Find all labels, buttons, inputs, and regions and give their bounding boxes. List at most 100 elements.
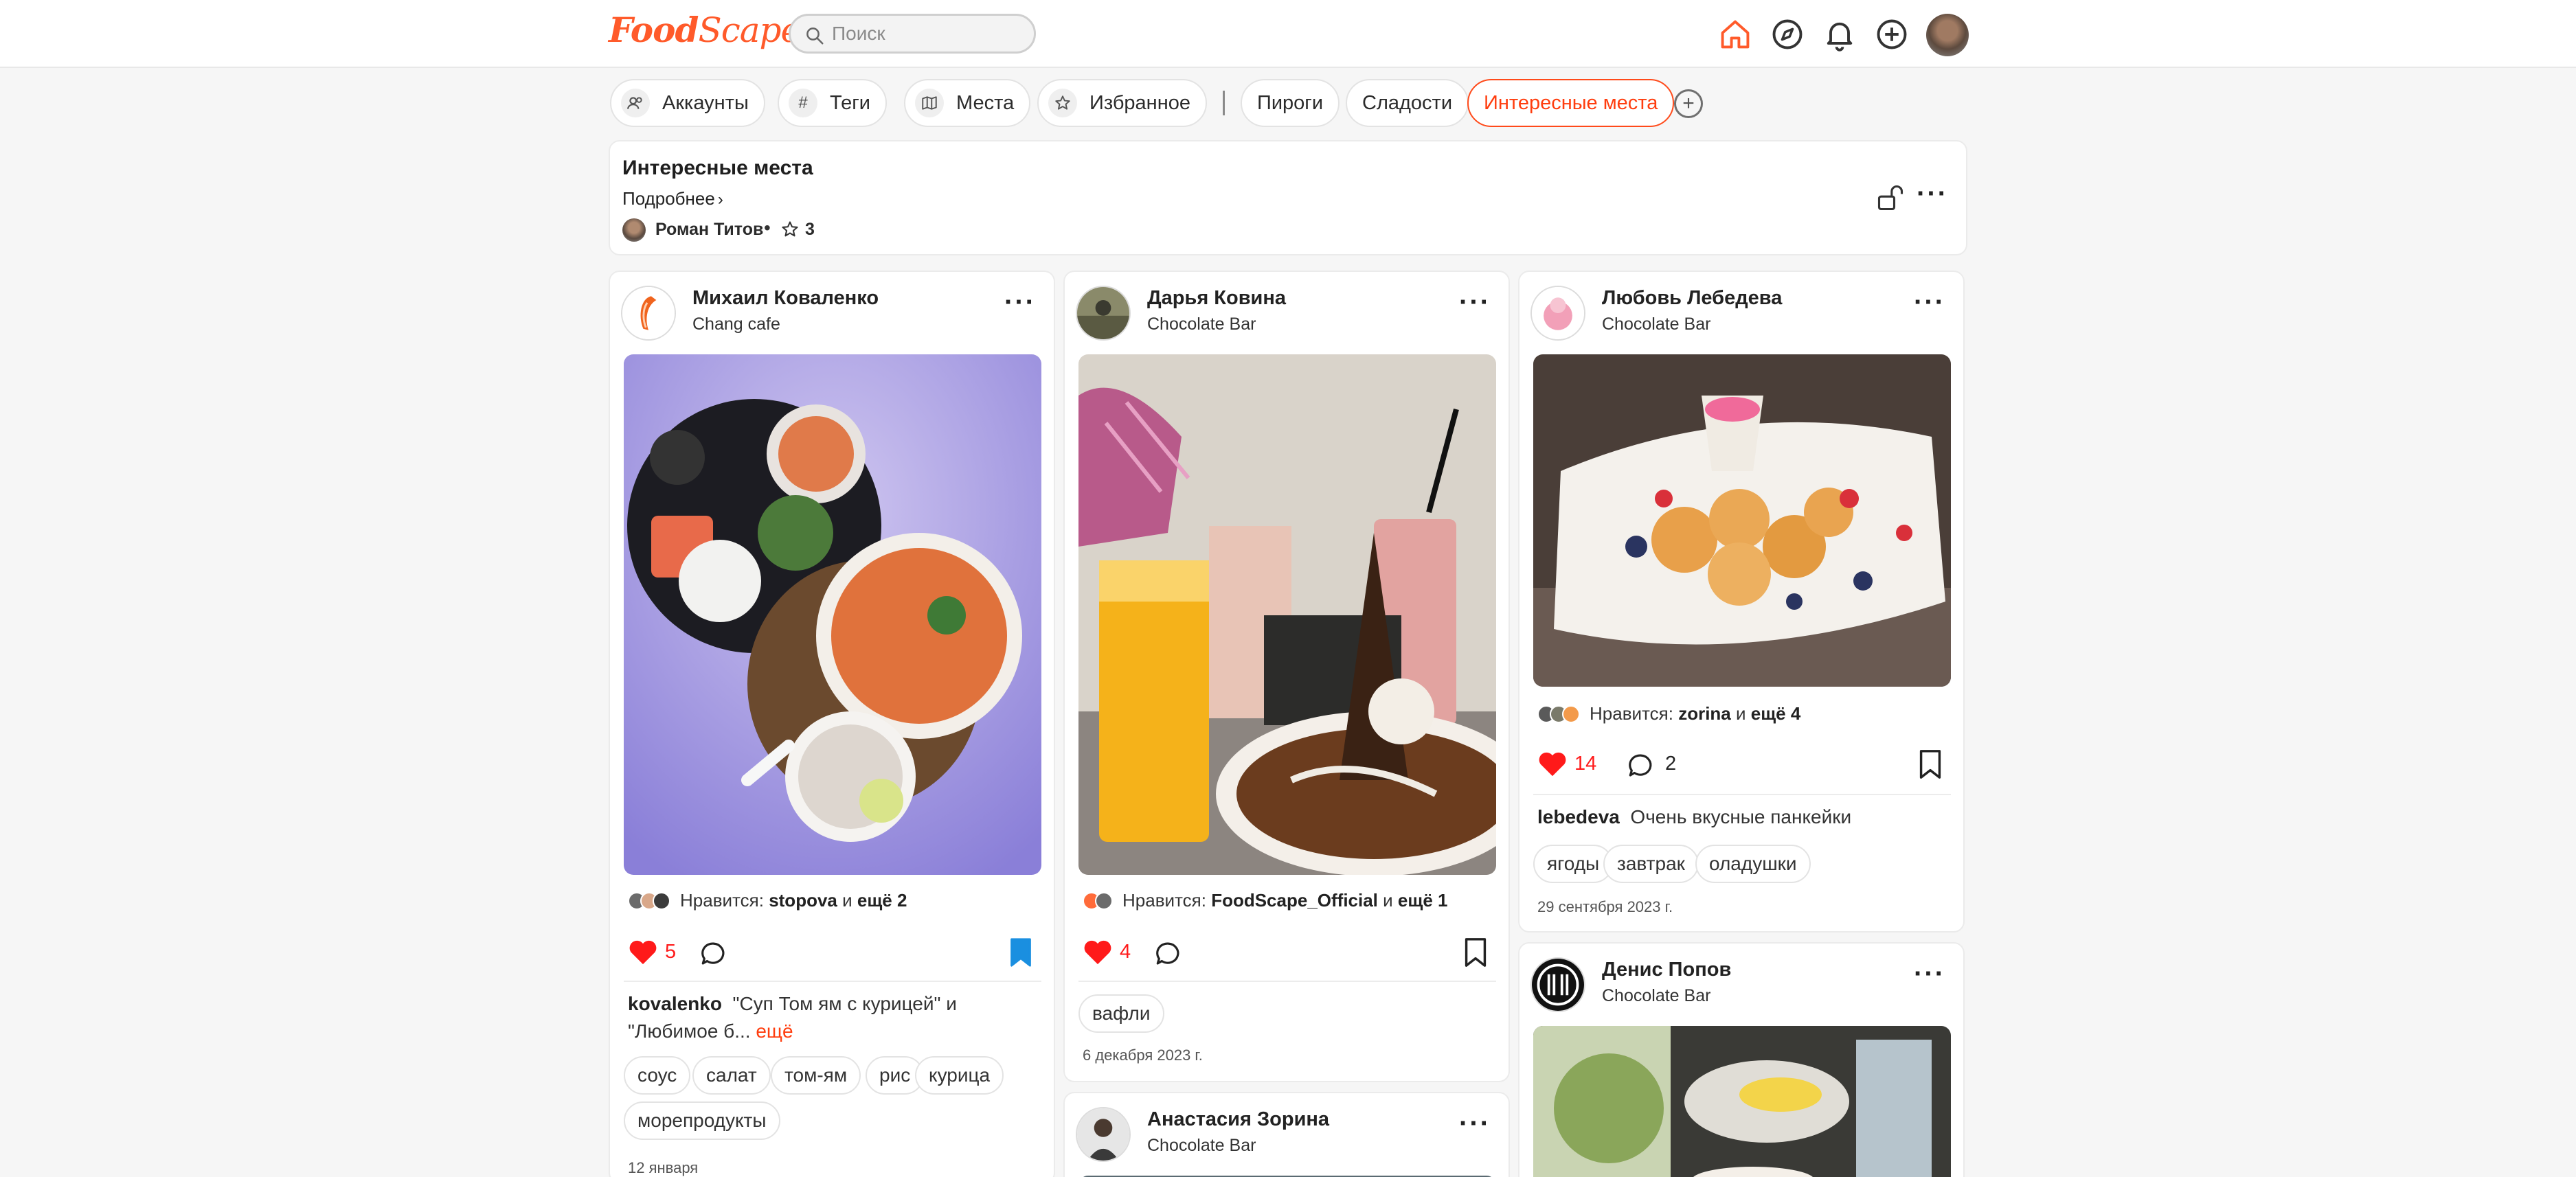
more-options-icon[interactable]: ···: [1914, 960, 1945, 987]
search-icon: [806, 27, 824, 45]
more-options-icon[interactable]: ···: [1917, 180, 1948, 207]
tab-label: Пироги: [1257, 91, 1324, 114]
divider: [1078, 981, 1496, 982]
caption-username[interactable]: kovalenko: [628, 993, 722, 1014]
tab-places[interactable]: Места: [904, 79, 1031, 127]
like-count: 14: [1574, 753, 1597, 775]
foodscape-logo[interactable]: FoodScape: [609, 10, 801, 50]
tab-tags[interactable]: # Теги: [778, 79, 887, 127]
bookmark-icon[interactable]: [1917, 749, 1944, 780]
likers-row[interactable]: Нравится: zorina и ещё 4: [1537, 703, 1800, 724]
more-options-icon[interactable]: ···: [1914, 288, 1945, 316]
collection-author[interactable]: Роман Титов: [655, 220, 763, 240]
heart-icon[interactable]: [1083, 938, 1113, 965]
post-place[interactable]: Chocolate Bar: [1602, 986, 1710, 1006]
liker-avatar: [653, 891, 670, 910]
profile-avatar[interactable]: [1926, 14, 1969, 56]
like-count: 4: [1120, 941, 1131, 963]
divider: [1533, 794, 1951, 795]
post-date: 6 декабря 2023 г.: [1083, 1047, 1203, 1064]
logo-scape-text: Scape: [698, 10, 801, 50]
liker-avatar: [1095, 891, 1113, 910]
heart-icon[interactable]: [628, 938, 658, 965]
post-author[interactable]: Анастасия Зорина: [1147, 1108, 1329, 1131]
tab-label: Сладости: [1362, 91, 1453, 114]
bookmark-icon[interactable]: [1007, 937, 1035, 968]
post-place[interactable]: Chocolate Bar: [1147, 315, 1256, 334]
post-place[interactable]: Chang cafe: [692, 315, 780, 334]
post-author[interactable]: Любовь Лебедева: [1602, 287, 1782, 310]
explore-button[interactable]: [1767, 14, 1808, 55]
post-photo[interactable]: [1533, 354, 1951, 687]
author-avatar[interactable]: [1076, 1107, 1131, 1162]
likers-row[interactable]: Нравится: FoodScape_Official и ещё 1: [1083, 890, 1447, 911]
tab-favorites[interactable]: Избранное: [1037, 79, 1207, 127]
author-avatar[interactable]: [1530, 286, 1585, 341]
caption-username[interactable]: lebedeva: [1537, 806, 1620, 827]
tag-chip[interactable]: том-ям: [771, 1056, 861, 1095]
tag-chip[interactable]: оладушки: [1695, 845, 1811, 883]
post-photo[interactable]: [1533, 1026, 1951, 1177]
post-photo[interactable]: [624, 354, 1041, 875]
unlock-icon[interactable]: [1875, 183, 1906, 213]
notifications-button[interactable]: [1819, 14, 1860, 55]
star-count: 3: [805, 220, 815, 239]
post-author[interactable]: Михаил Коваленко: [692, 287, 879, 310]
author-avatar[interactable]: [622, 218, 646, 242]
author-avatar[interactable]: [1530, 957, 1585, 1012]
search-box[interactable]: [789, 14, 1036, 54]
logo-food-text: Food: [609, 10, 699, 50]
tag-chip[interactable]: ягоды: [1533, 845, 1614, 883]
bookmark-icon[interactable]: [1462, 937, 1489, 968]
post-card: Любовь Лебедева Chocolate Bar ··· Нравит…: [1518, 271, 1965, 933]
tag-chip[interactable]: вафли: [1078, 994, 1164, 1033]
plus-circle-icon: [1877, 19, 1907, 49]
post-place[interactable]: Chocolate Bar: [1602, 315, 1710, 334]
chevron-right-icon: ›: [717, 190, 723, 209]
author-avatar[interactable]: [1076, 286, 1131, 341]
tab-label: Места: [956, 91, 1015, 114]
post-card: Михаил Коваленко Chang cafe ··· Нравится…: [609, 271, 1055, 1177]
collection-title: Интересные места: [622, 157, 813, 179]
author-avatar[interactable]: [621, 286, 676, 341]
post-photo[interactable]: [1078, 354, 1496, 875]
home-button[interactable]: [1715, 14, 1756, 55]
tab-accounts[interactable]: Аккаунты: [610, 79, 765, 127]
tag-chip[interactable]: салат: [692, 1056, 771, 1095]
tab-label: Избранное: [1089, 91, 1190, 114]
post-author[interactable]: Дарья Ковина: [1147, 287, 1286, 310]
add-tab-button[interactable]: +: [1674, 89, 1703, 118]
star-icon: [782, 221, 798, 237]
tag-chip[interactable]: курица: [915, 1056, 1004, 1095]
caption-more-link[interactable]: ещё: [756, 1020, 793, 1042]
compass-icon: [1772, 19, 1803, 49]
separator-dot: •: [764, 217, 771, 238]
likers-row[interactable]: Нравится: stopova и ещё 2: [628, 890, 907, 911]
post-card: Дарья Ковина Chocolate Bar ··· Нравится:…: [1063, 271, 1510, 1082]
tag-chip[interactable]: соус: [624, 1056, 691, 1095]
tab-interesting-places[interactable]: Интересные места: [1467, 79, 1675, 127]
tab-divider: [1223, 91, 1225, 115]
likes-summary: Нравится: zorina и ещё 4: [1590, 703, 1801, 724]
heart-icon[interactable]: [1537, 750, 1568, 777]
tag-chip[interactable]: морепродукты: [624, 1101, 780, 1140]
comment-icon[interactable]: [1154, 939, 1183, 968]
more-options-icon[interactable]: ···: [1459, 288, 1491, 316]
post-author[interactable]: Денис Попов: [1602, 959, 1731, 981]
create-post-button[interactable]: [1871, 14, 1912, 55]
comment-icon[interactable]: [699, 939, 728, 968]
search-input[interactable]: [832, 23, 1024, 45]
post-place[interactable]: Chocolate Bar: [1147, 1136, 1256, 1156]
comment-icon[interactable]: [1627, 751, 1656, 780]
tag-chip[interactable]: завтрак: [1603, 845, 1699, 883]
tab-sweets[interactable]: Сладости: [1346, 79, 1469, 127]
post-caption: kovalenko "Суп Том ям с курицей" и "Люби…: [628, 990, 1026, 1045]
details-label: Подробнее: [622, 188, 715, 209]
more-options-icon[interactable]: ···: [1004, 288, 1036, 316]
more-options-icon[interactable]: ···: [1459, 1110, 1491, 1137]
post-card: Анастасия Зорина Chocolate Bar ···: [1063, 1092, 1510, 1177]
liker-avatar: [1562, 705, 1580, 723]
post-date: 12 января: [628, 1159, 699, 1176]
collection-details-link[interactable]: Подробнее ›: [622, 188, 723, 209]
tab-pies[interactable]: Пироги: [1241, 79, 1340, 127]
